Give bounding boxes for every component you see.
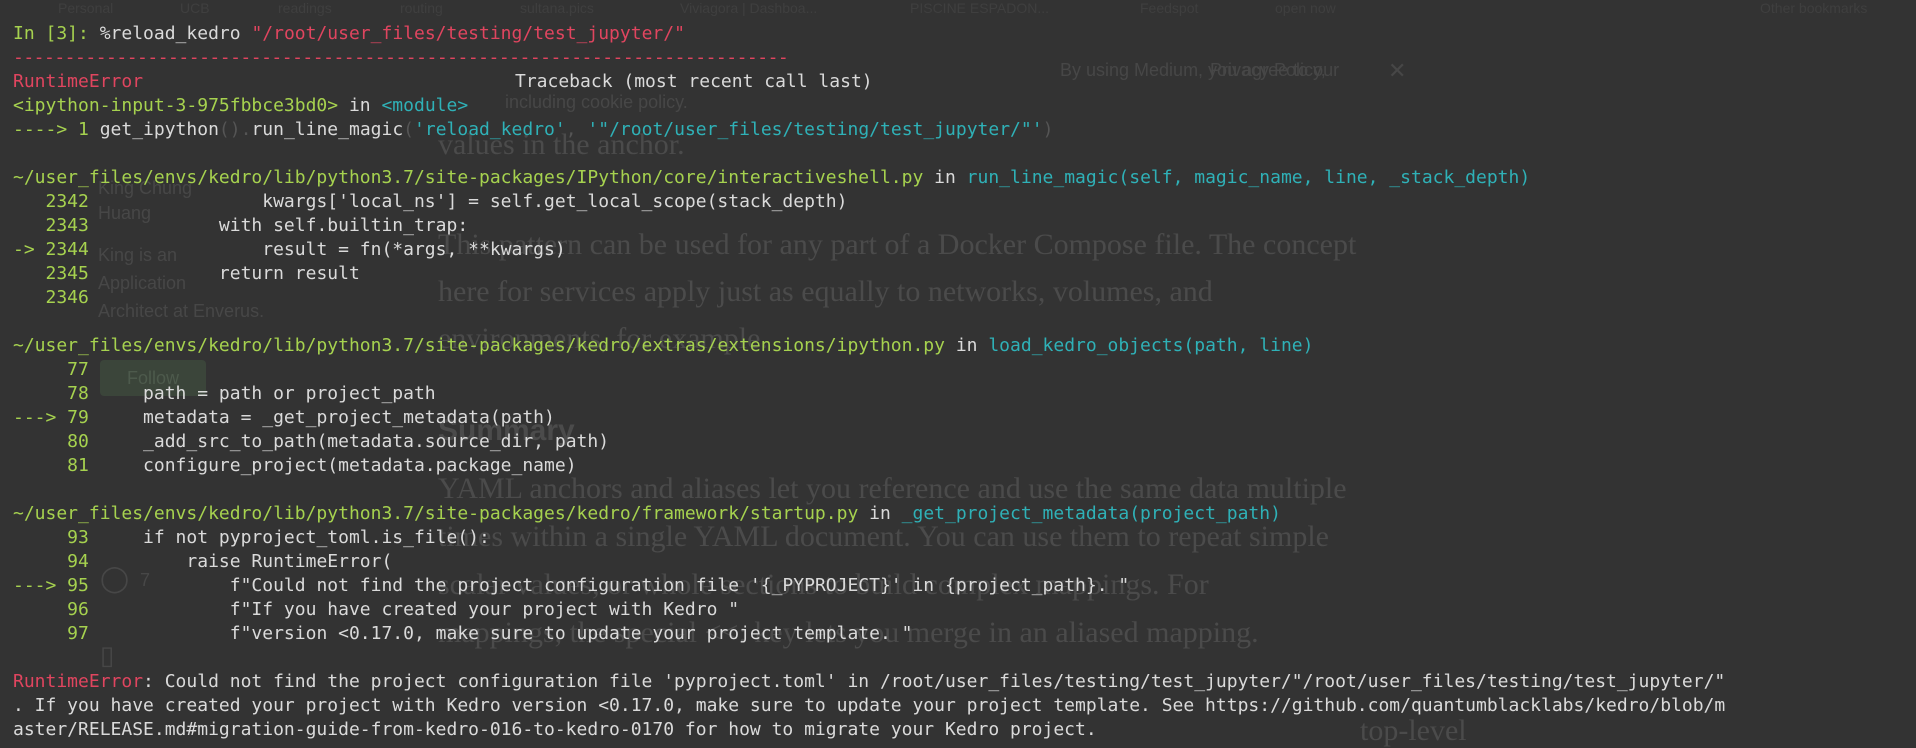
final-error-message: : Could not find the project configurati…	[143, 671, 1726, 692]
frame-function: load_kedro_objects(path, line)	[988, 335, 1314, 356]
line-marker: 2342	[13, 191, 100, 212]
magic-command: %reload_kedro	[99, 23, 241, 44]
frame-in-word: in	[944, 335, 989, 356]
traceback-code-line: ----> 1 get_ipython().run_line_magic('re…	[13, 118, 1053, 142]
frame-function: run_line_magic(self, magic_name, line, _…	[966, 167, 1531, 188]
frame-file: <ipython-input-3-975fbbce3bd0>	[13, 95, 339, 116]
code-part: '"/root/user_files/testing/test_jupyter/…	[587, 119, 1043, 140]
final-error-line3: aster/RELEASE.md#migration-guide-from-ke…	[13, 719, 1097, 740]
frame-function: <module>	[381, 95, 469, 116]
code-part: 'reload_kedro'	[414, 119, 566, 140]
traceback-header: Traceback (most recent call last)	[515, 71, 873, 92]
code-text: metadata = _get_project_metadata(path)	[99, 407, 555, 428]
line-marker: ---> 79	[13, 407, 100, 428]
frame-file: ~/user_files/envs/kedro/lib/python3.7/si…	[13, 167, 924, 188]
traceback-frame-location: <ipython-input-3-975fbbce3bd0> in <modul…	[13, 94, 468, 118]
code-part: ,	[565, 119, 588, 140]
code-part: .	[240, 119, 252, 140]
frame-file: ~/user_files/envs/kedro/lib/python3.7/si…	[13, 503, 859, 524]
traceback-code-line: 81 configure_project(metadata.package_na…	[13, 454, 577, 478]
frame-function: _get_project_metadata(project_path)	[901, 503, 1281, 524]
line-marker: -> 2344	[13, 239, 100, 260]
code-part: (	[403, 119, 415, 140]
code-text: path = path or project_path	[99, 383, 436, 404]
line-marker: 2345	[13, 263, 100, 284]
error-header-line: RuntimeError Traceback (most recent call …	[13, 70, 873, 94]
frame-file: ~/user_files/envs/kedro/lib/python3.7/si…	[13, 335, 945, 356]
final-error-name: RuntimeError	[13, 671, 144, 692]
code-text: result = fn(*args, **kwargs)	[99, 239, 566, 260]
line-marker: 78	[13, 383, 100, 404]
traceback-code-line: 97 f"version <0.17.0, make sure to updat…	[13, 622, 912, 646]
line-marker: 93	[13, 527, 100, 548]
input-prompt: In [3]:	[13, 23, 89, 44]
code-text: kwargs['local_ns'] = self.get_local_scop…	[99, 191, 848, 212]
code-text: with self.builtin_trap:	[99, 215, 469, 236]
line-marker: 97	[13, 623, 100, 644]
traceback-code-line: 96 f"If you have created your project wi…	[13, 598, 739, 622]
line-marker: 80	[13, 431, 100, 452]
code-text: _add_src_to_path(metadata.source_dir, pa…	[99, 431, 610, 452]
code-text: f"Could not find the project configurati…	[99, 575, 1130, 596]
traceback-code-line: 2343 with self.builtin_trap:	[13, 214, 469, 238]
error-name: RuntimeError	[13, 71, 144, 92]
magic-command-argument: "/root/user_files/testing/test_jupyter/"	[251, 23, 685, 44]
final-error-line1: RuntimeError: Could not find the project…	[13, 670, 1725, 694]
line-marker: 2343	[13, 215, 100, 236]
traceback-code-line: -> 2344 result = fn(*args, **kwargs)	[13, 238, 566, 262]
code-text: f"version <0.17.0, make sure to update y…	[99, 623, 913, 644]
code-part: )	[1042, 119, 1054, 140]
line-marker: 2346	[13, 287, 100, 308]
traceback-code-line: ---> 79 metadata = _get_project_metadata…	[13, 406, 555, 430]
traceback-frame-location: ~/user_files/envs/kedro/lib/python3.7/si…	[13, 334, 1313, 358]
code-text: f"If you have created your project with …	[99, 599, 740, 620]
traceback-code-line: 2342 kwargs['local_ns'] = self.get_local…	[13, 190, 848, 214]
traceback-code-line: 93 if not pyproject_toml.is_file():	[13, 526, 490, 550]
line-marker: 96	[13, 599, 100, 620]
final-error-line2: . If you have created your project with …	[13, 695, 1726, 716]
code-text: return result	[99, 263, 360, 284]
traceback-code-line: 77	[13, 358, 100, 382]
traceback-frame-location: ~/user_files/envs/kedro/lib/python3.7/si…	[13, 166, 1530, 190]
code-text: if not pyproject_toml.is_file():	[99, 527, 490, 548]
code-part: get_ipython	[99, 119, 219, 140]
traceback-code-line: 78 path = path or project_path	[13, 382, 436, 406]
code-part: ()	[218, 119, 241, 140]
input-prompt-line: In [3]: %reload_kedro "/root/user_files/…	[13, 22, 685, 46]
frame-in-word: in	[338, 95, 382, 116]
traceback-code-line: 94 raise RuntimeError(	[13, 550, 392, 574]
traceback-code-line: 2346	[13, 286, 100, 310]
code-text: configure_project(metadata.package_name)	[99, 455, 577, 476]
traceback-code-line: 2345 return result	[13, 262, 360, 286]
code-part: run_line_magic	[251, 119, 404, 140]
line-marker: ---> 95	[13, 575, 100, 596]
traceback-separator: ----------------------------------------…	[13, 47, 789, 68]
line-marker: ----> 1	[13, 119, 100, 140]
traceback-code-line: ---> 95 f"Could not find the project con…	[13, 574, 1129, 598]
traceback-frame-location: ~/user_files/envs/kedro/lib/python3.7/si…	[13, 502, 1281, 526]
line-marker: 94	[13, 551, 100, 572]
line-marker: 77	[13, 359, 100, 380]
jupyter-traceback-output: In [3]: %reload_kedro "/root/user_files/…	[0, 0, 1916, 745]
code-text: raise RuntimeError(	[99, 551, 393, 572]
frame-in-word: in	[923, 167, 967, 188]
traceback-code-line: 80 _add_src_to_path(metadata.source_dir,…	[13, 430, 609, 454]
line-marker: 81	[13, 455, 100, 476]
frame-in-word: in	[858, 503, 902, 524]
